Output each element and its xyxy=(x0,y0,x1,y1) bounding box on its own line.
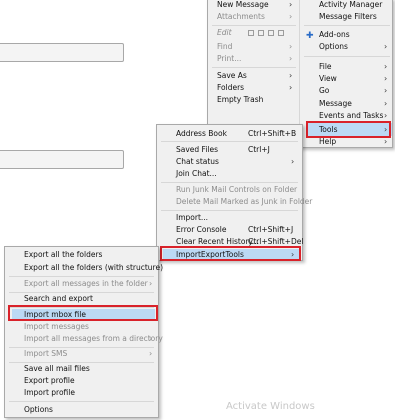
menu-item-error-console[interactable]: Error Console Ctrl+Shift+J xyxy=(157,224,302,236)
chevron-right-icon: › xyxy=(384,74,388,83)
background-input-field xyxy=(0,150,124,169)
chevron-right-icon: › xyxy=(289,0,293,9)
background-input-field xyxy=(0,43,124,62)
menu-item-import-profile[interactable]: Import profile xyxy=(5,387,158,399)
chevron-right-icon: › xyxy=(149,279,153,288)
menu-item-new-message[interactable]: New Message › xyxy=(208,0,299,11)
highlight-box-import-mbox xyxy=(8,305,158,321)
chevron-right-icon: › xyxy=(149,349,153,358)
delete-icon xyxy=(278,30,284,36)
menu-item-print[interactable]: Print... › xyxy=(208,53,299,65)
menu-item-save-all-mail-files[interactable]: Save all mail files xyxy=(5,363,158,375)
menu-separator xyxy=(161,182,298,183)
menu-item-add-ons[interactable]: ✚ Add-ons xyxy=(300,29,393,41)
menu-separator xyxy=(212,67,296,68)
menu-item-import[interactable]: Import... xyxy=(157,212,302,224)
menu-separator xyxy=(304,25,390,26)
chevron-right-icon: › xyxy=(289,71,293,80)
menu-item-run-junk-mail-controls[interactable]: Run Junk Mail Controls on Folder xyxy=(157,184,302,196)
menu-item-options[interactable]: Options › xyxy=(300,41,393,53)
paste-icon xyxy=(268,30,274,36)
menu-item-message[interactable]: Message › xyxy=(300,98,393,110)
chevron-right-icon: › xyxy=(289,54,293,63)
menu-item-import-sms[interactable]: Import SMS › xyxy=(5,348,158,360)
copy-icon xyxy=(258,30,264,36)
menu-item-import-messages[interactable]: Import messages xyxy=(5,321,158,333)
chevron-right-icon: › xyxy=(289,83,293,92)
menu-item-file[interactable]: File › xyxy=(300,61,393,73)
menu-item-message-filters[interactable]: Message Filters xyxy=(300,11,393,23)
menu-item-folders[interactable]: Folders › xyxy=(208,82,299,94)
menu-item-empty-trash[interactable]: Empty Trash xyxy=(208,94,299,106)
menu-separator xyxy=(304,56,390,57)
menu-item-saved-files[interactable]: Saved Files Ctrl+J xyxy=(157,144,302,156)
menu-item-import-all-messages-directory[interactable]: Import all messages from a directory › xyxy=(5,333,163,345)
menu-item-options[interactable]: Options xyxy=(5,404,158,416)
chevron-right-icon: › xyxy=(384,62,388,71)
menu-separator xyxy=(212,25,296,26)
chevron-right-icon: › xyxy=(289,12,293,21)
activate-windows-watermark: Activate Windows xyxy=(226,401,315,412)
menu-item-chat-status[interactable]: Chat status › xyxy=(157,156,302,168)
chevron-right-icon: › xyxy=(384,86,388,95)
menu-item-attachments[interactable]: Attachments › xyxy=(208,11,299,23)
chevron-right-icon: › xyxy=(291,157,295,166)
menu-item-save-as[interactable]: Save As › xyxy=(208,70,299,82)
menu-item-export-all-folders[interactable]: Export all the folders xyxy=(5,249,158,261)
menu-item-search-and-export[interactable]: Search and export xyxy=(5,293,158,305)
menu-item-address-book[interactable]: Address Book Ctrl+Shift+B xyxy=(157,128,302,140)
menu-separator xyxy=(9,401,154,402)
highlight-box-importexporttools xyxy=(160,246,301,261)
tools-menu: Address Book Ctrl+Shift+B Saved Files Ct… xyxy=(156,124,312,261)
menu-item-export-all-folders-structure[interactable]: Export all the folders (with structure) xyxy=(5,262,163,274)
import-export-menu: Export all the folders Export all the fo… xyxy=(4,246,163,418)
chevron-right-icon: › xyxy=(289,42,293,51)
chevron-right-icon: › xyxy=(384,99,388,108)
menu-item-edit[interactable]: Edit xyxy=(208,27,299,39)
menu-item-go[interactable]: Go › xyxy=(300,85,393,97)
menu-separator xyxy=(161,141,298,142)
menu-item-export-all-messages[interactable]: Export all messages in the folder › xyxy=(5,278,158,290)
highlight-box-tools xyxy=(306,121,391,138)
menu-item-view[interactable]: View › xyxy=(300,73,393,85)
chevron-right-icon: › xyxy=(149,334,153,343)
menu-item-find[interactable]: Find › xyxy=(208,41,299,53)
chevron-right-icon: › xyxy=(384,42,388,51)
menu-item-export-profile[interactable]: Export profile xyxy=(5,375,158,387)
menu-separator xyxy=(9,276,154,277)
menu-item-delete-junk-mail[interactable]: Delete Mail Marked as Junk in Folder xyxy=(157,196,312,208)
menu-item-activity-manager[interactable]: Activity Manager xyxy=(300,0,393,11)
cut-icon xyxy=(248,30,254,36)
menu-separator xyxy=(161,210,298,211)
menu-item-join-chat[interactable]: Join Chat... xyxy=(157,168,302,180)
